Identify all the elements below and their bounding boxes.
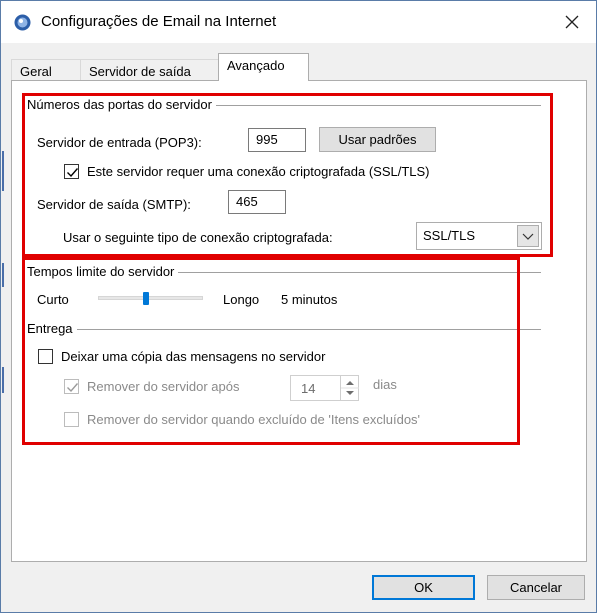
outgoing-port-value: 465: [236, 194, 258, 209]
use-defaults-button[interactable]: Usar padrões: [319, 127, 436, 152]
window-edge-marker: [2, 367, 4, 393]
tab-panel-avancado: [11, 80, 587, 562]
leave-copy-label: Deixar uma cópia das mensagens no servid…: [61, 349, 326, 364]
checkmark-icon: [67, 383, 79, 393]
close-icon[interactable]: [559, 9, 585, 35]
remove-after-label: Remover do servidor após: [87, 379, 240, 394]
encryption-type-select[interactable]: SSL/TLS: [416, 222, 542, 250]
section-ports-label: Números das portas do servidor: [27, 97, 216, 112]
encryption-type-label: Usar o seguinte tipo de conexão criptogr…: [63, 230, 333, 245]
tab-label: Geral: [20, 64, 52, 79]
leave-copy-checkbox[interactable]: [38, 349, 53, 364]
chevron-down-icon: [517, 225, 539, 247]
stepper-arrows-icon[interactable]: [340, 376, 359, 400]
timeout-short-label: Curto: [37, 292, 69, 307]
timeout-long-label: Longo: [223, 292, 260, 307]
checkmark-icon: [67, 168, 79, 178]
ssl-required-checkbox[interactable]: [64, 164, 79, 179]
remove-when-deleted-checkbox[interactable]: [64, 412, 79, 427]
window-edge-marker: [2, 263, 4, 287]
remove-after-checkbox[interactable]: [64, 379, 79, 394]
cancel-button[interactable]: Cancelar: [487, 575, 585, 600]
section-delivery-label: Entrega: [27, 321, 77, 336]
tab-label: Avançado: [227, 58, 285, 73]
timeout-slider-thumb[interactable]: [143, 292, 149, 305]
window-edge-marker: [2, 151, 4, 191]
incoming-port-input[interactable]: 995: [248, 128, 306, 152]
incoming-server-label: Servidor de entrada (POP3):: [37, 135, 202, 150]
ok-button[interactable]: OK: [372, 575, 475, 600]
tab-label: Servidor de saída: [89, 64, 191, 79]
tab-avancado[interactable]: Avançado: [218, 53, 309, 81]
encryption-type-value: SSL/TLS: [423, 228, 476, 243]
section-timeouts-label: Tempos limite do servidor: [27, 264, 179, 279]
ssl-required-label: Este servidor requer uma conexão criptog…: [87, 164, 430, 179]
days-unit-label: dias: [373, 377, 397, 392]
incoming-port-value: 995: [256, 132, 278, 147]
outgoing-port-input[interactable]: 465: [228, 190, 286, 214]
timeout-slider-track[interactable]: [98, 296, 203, 300]
dialog-window: Configurações de Email na Internet Geral…: [0, 0, 597, 613]
remove-when-deleted-label: Remover do servidor quando excluído de '…: [87, 412, 421, 427]
window-title: Configurações de Email na Internet: [41, 13, 277, 30]
outlook-icon: [14, 14, 31, 31]
timeout-value: 5 minutos: [281, 292, 338, 307]
days-stepper[interactable]: 14: [290, 375, 359, 401]
outgoing-server-label: Servidor de saída (SMTP):: [37, 197, 191, 212]
days-value: 14: [301, 381, 316, 396]
title-bar: Configurações de Email na Internet: [1, 1, 596, 43]
section-divider: [27, 329, 541, 330]
